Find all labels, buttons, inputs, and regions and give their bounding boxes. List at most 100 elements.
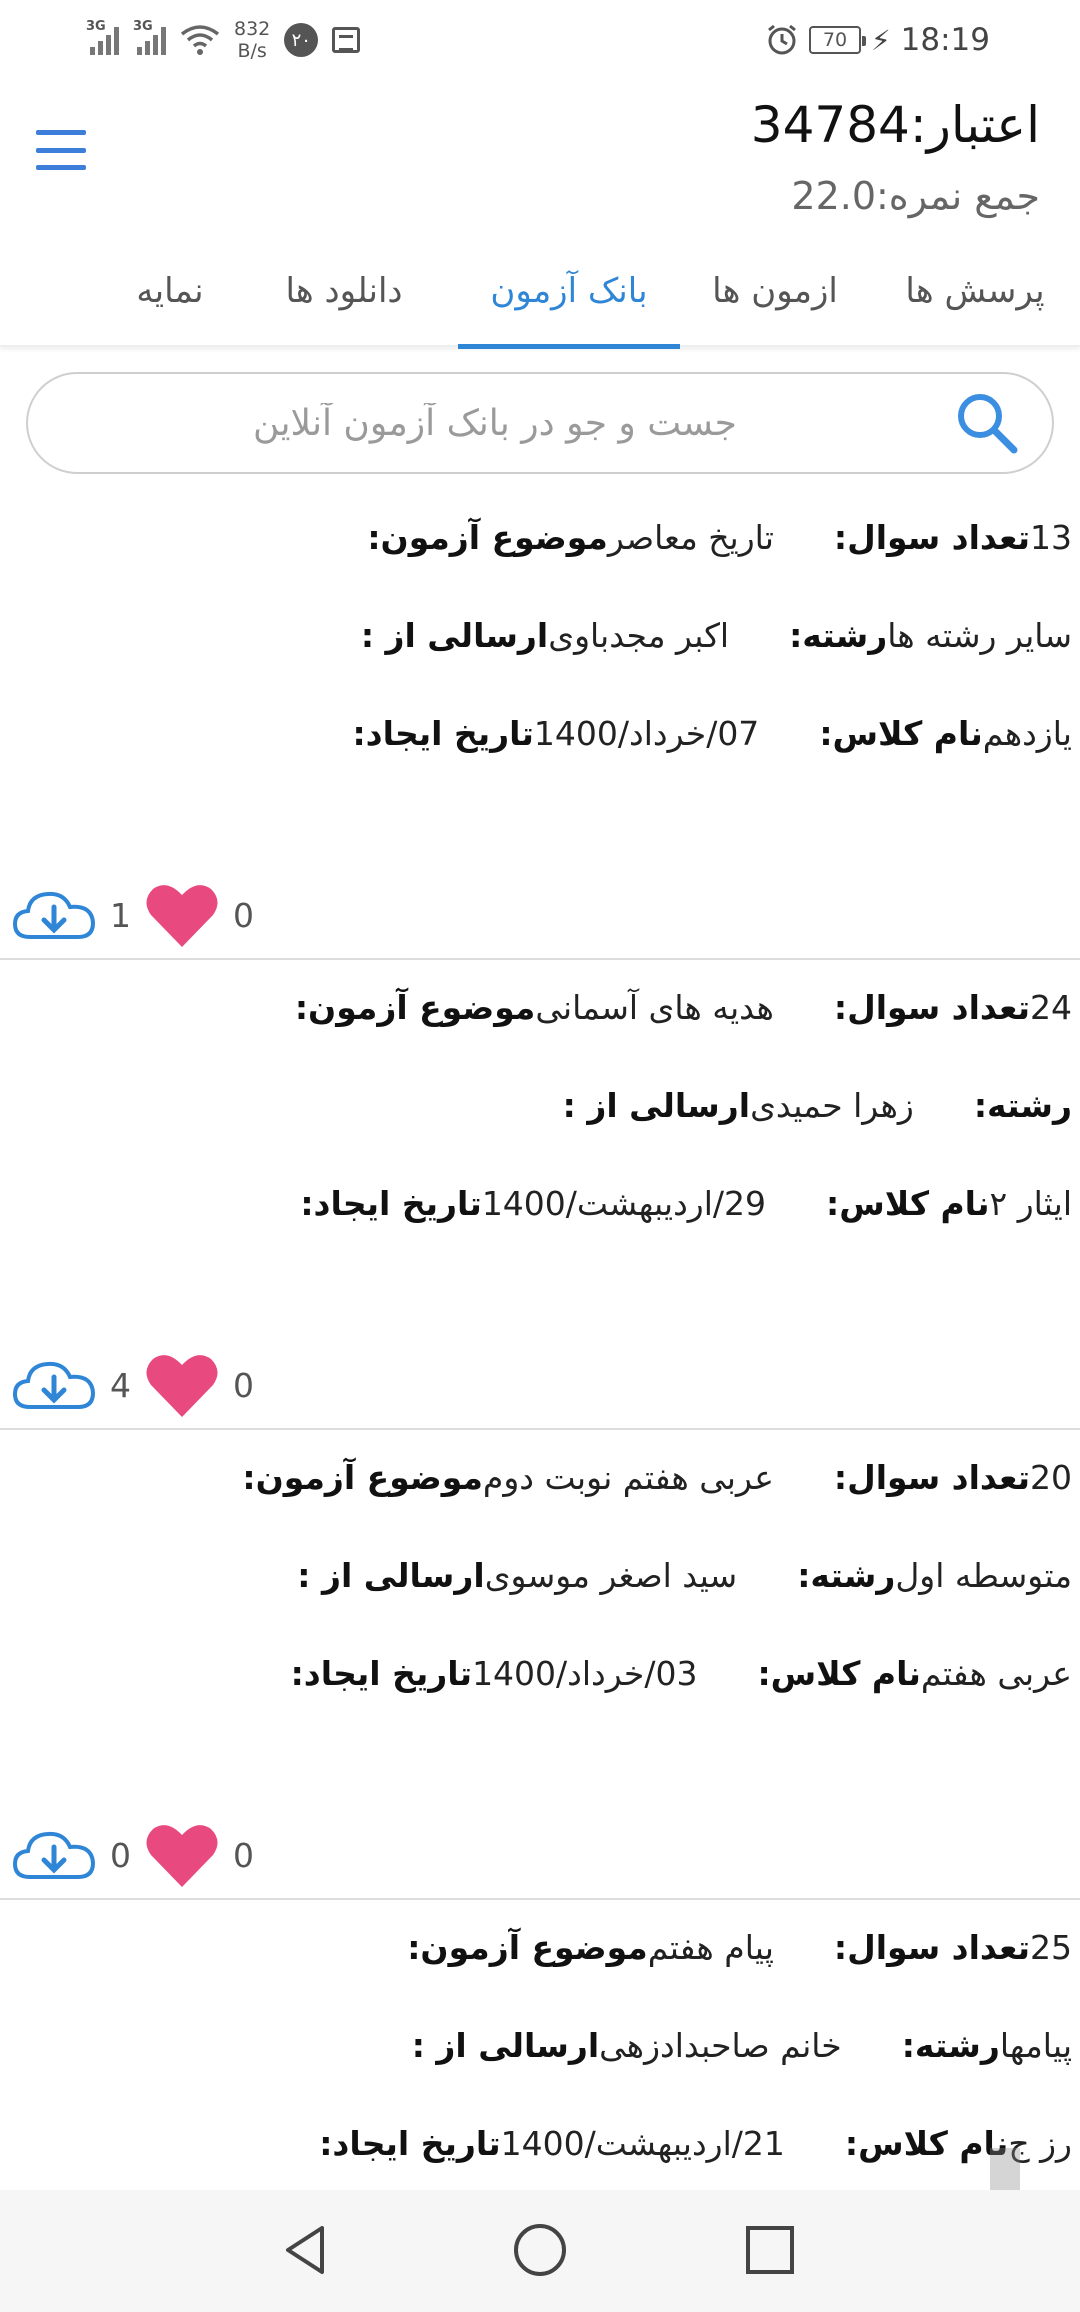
class-value: ایثار ۲: [989, 1183, 1072, 1223]
back-icon[interactable]: [276, 2220, 336, 2280]
tab-exam-bank[interactable]: بانک آزمون: [458, 235, 680, 349]
date-label: تاریخ ایجاد:: [300, 1183, 482, 1223]
sender-value: اکبر مجدباوی: [548, 615, 730, 655]
heart-icon[interactable]: [145, 1821, 219, 1889]
recents-icon[interactable]: [740, 2220, 800, 2280]
heart-icon[interactable]: [145, 1351, 219, 1419]
credit-balance: اعتبار:34784: [750, 96, 1040, 154]
exam-card[interactable]: موضوع آزمون: هدیه های آسمانی تعداد سوال: 2…: [0, 960, 1080, 1430]
field-label: رشته:: [901, 2025, 1000, 2065]
tab-questions[interactable]: پرسش ها: [870, 235, 1080, 347]
battery-icon: 70: [808, 26, 866, 54]
system-nav-bar: [0, 2190, 1080, 2312]
search-box[interactable]: [26, 372, 1054, 474]
sender-value: زهرا حمیدی: [750, 1085, 914, 1125]
date-value: 07/خرداد/1400: [533, 713, 760, 753]
download-count: 0: [110, 1835, 131, 1875]
heart-icon[interactable]: [145, 881, 219, 949]
like-count: 0: [233, 1365, 254, 1405]
app-header: اعتبار:34784 جمع نمره:22.0: [0, 80, 1080, 235]
exam-row-sender: ارسالی از : سید اصغر موسوی رشته: متوسطه او…: [237, 1550, 1072, 1600]
network-speed: 832 B/s: [234, 18, 271, 62]
home-icon[interactable]: [510, 2220, 570, 2280]
class-value: عربی هفتم: [920, 1653, 1072, 1693]
sender-label: ارسالی از :: [411, 2025, 600, 2065]
field-value: پیامها: [999, 2025, 1072, 2065]
exam-row-sender: ارسالی از : خانم صاحبدادزهی رشته: پیامها: [352, 2020, 1072, 2070]
exam-row-subject: موضوع آزمون: عربی هفتم نوبت دوم تعداد سوا…: [182, 1452, 1072, 1502]
count-value: 13: [1030, 517, 1072, 557]
network-type: 3G: [133, 19, 153, 34]
download-count: 1: [110, 895, 131, 935]
exam-row-sender: ارسالی از : اکبر مجدباوی رشته: سایر رشته ه…: [301, 610, 1072, 660]
subject-value: عربی هفتم نوبت دوم: [482, 1457, 774, 1497]
signal-icon: 3G: [133, 19, 166, 55]
download-count: 4: [110, 1365, 131, 1405]
exam-actions: 0 0: [12, 1820, 268, 1890]
subject-value: پیام هفتم: [647, 1927, 774, 1967]
tab-profile[interactable]: نمایه: [110, 235, 230, 347]
date-label: تاریخ ایجاد:: [319, 2123, 501, 2163]
exam-row-subject: موضوع آزمون: هدیه های آسمانی تعداد سوال: 2…: [235, 982, 1072, 1032]
exam-actions: 1 0: [12, 880, 268, 950]
signal-icon: 3G: [86, 19, 119, 55]
class-label: نام کلاس:: [819, 713, 983, 753]
count-label: تعداد سوال:: [833, 1457, 1030, 1497]
status-left: 3G 3G 832 B/s ۲۰: [86, 14, 361, 66]
like-count: 0: [233, 895, 254, 935]
exam-actions: 4 0: [12, 1350, 268, 1420]
cloud-download-icon[interactable]: [12, 885, 96, 945]
like-count: 0: [233, 1835, 254, 1875]
sender-label: ارسالی از :: [360, 615, 549, 655]
alarm-icon: [768, 24, 796, 55]
status-bar: 3G 3G 832 B/s ۲۰ 70 ⚡ 18:19: [0, 0, 1080, 80]
tab-bar: پرسش ها ازمون ها بانک آزمون دانلود ها نم…: [0, 235, 1080, 349]
exam-card[interactable]: موضوع آزمون: عربی هفتم نوبت دوم تعداد سوا…: [0, 1430, 1080, 1900]
subject-label: موضوع آزمون:: [242, 1457, 483, 1497]
date-label: تاریخ ایجاد:: [290, 1653, 473, 1693]
field-label: رشته:: [973, 1085, 1072, 1125]
subject-label: موضوع آزمون:: [294, 987, 536, 1027]
count-value: 24: [1030, 987, 1072, 1027]
count-label: تعداد سوال:: [833, 987, 1030, 1027]
search-input[interactable]: [58, 402, 932, 444]
sender-value: خانم صاحبدادزهی: [599, 2025, 842, 2065]
subject-label: موضوع آزمون:: [367, 517, 608, 557]
count-label: تعداد سوال:: [833, 517, 1030, 557]
field-value: سایر رشته ها: [887, 615, 1072, 655]
field-value: متوسطه اول: [895, 1555, 1072, 1595]
count-value: 20: [1030, 1457, 1072, 1497]
search-icon[interactable]: [952, 388, 1022, 458]
date-value: 29/اردیبهشت/1400: [481, 1183, 767, 1223]
exam-row-date: تاریخ ایجاد: 29/اردیبهشت/1400 نام کلاس: ای…: [240, 1178, 1072, 1228]
class-label: نام کلاس:: [757, 1653, 921, 1693]
exam-row-sender: ارسالی از : زهرا حمیدی رشته:: [503, 1080, 1072, 1130]
exam-list: موضوع آزمون: تاریخ معاصر تعداد سوال: 13 ار…: [0, 490, 1080, 2312]
clock: 18:19: [900, 22, 990, 58]
tab-downloads[interactable]: دانلود ها: [230, 235, 458, 347]
menu-icon[interactable]: [36, 130, 86, 170]
field-label: رشته:: [797, 1555, 896, 1595]
status-right: 70 ⚡ 18:19: [765, 14, 990, 66]
subject-value: هدیه های آسمانی: [535, 987, 774, 1027]
subject-value: تاریخ معاصر: [607, 517, 774, 557]
sender-label: ارسالی از :: [562, 1085, 751, 1125]
cloud-download-icon[interactable]: [12, 1355, 96, 1415]
sender-value: سید اصغر موسوی: [484, 1555, 738, 1595]
charging-icon: ⚡: [870, 23, 891, 57]
cloud-download-icon[interactable]: [12, 1825, 96, 1885]
news-icon: [332, 27, 361, 53]
exam-card[interactable]: موضوع آزمون: تاریخ معاصر تعداد سوال: 13 ار…: [0, 490, 1080, 960]
sender-label: ارسالی از :: [297, 1555, 485, 1595]
class-label: نام کلاس:: [826, 1183, 990, 1223]
count-label: تعداد سوال:: [833, 1927, 1030, 1967]
date-value: 03/خرداد/1400: [472, 1653, 698, 1693]
class-value: یازدهم: [982, 713, 1072, 753]
exam-row-subject: موضوع آزمون: تاریخ معاصر تعداد سوال: 13: [307, 512, 1072, 562]
total-score: جمع نمره:22.0: [791, 174, 1040, 218]
tab-exams[interactable]: ازمون ها: [680, 235, 870, 347]
wifi-icon: [180, 25, 220, 55]
field-label: رشته:: [789, 615, 888, 655]
exam-row-date: تاریخ ایجاد: 07/خرداد/1400 نام کلاس: یازده…: [292, 708, 1072, 758]
date-value: 21/اردیبهشت/1400: [500, 2123, 785, 2163]
